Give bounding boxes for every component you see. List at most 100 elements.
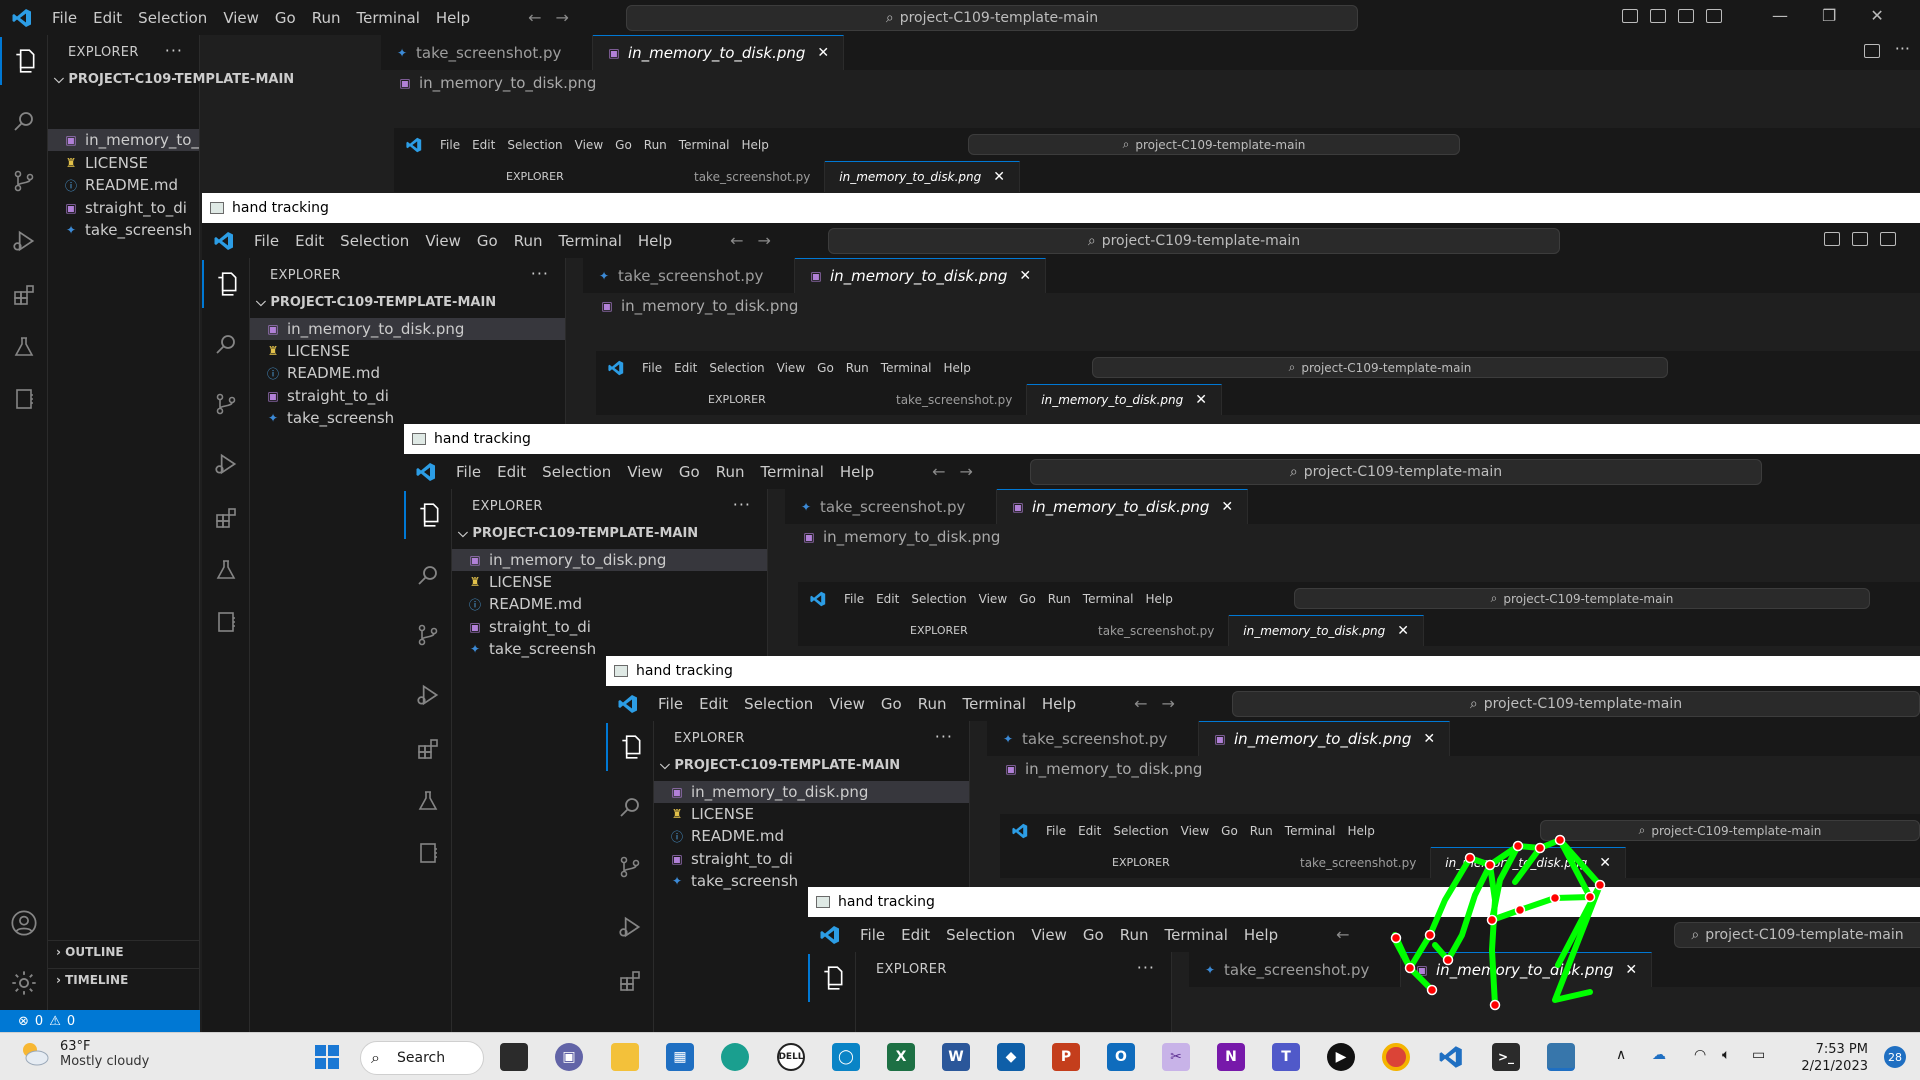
explorer-activity[interactable] [202,260,250,308]
menu-edit[interactable]: Edit [668,361,703,375]
hand-tracking-window-title-3[interactable]: hand tracking [606,656,1920,686]
explorer-activity[interactable] [404,491,452,539]
python-window-icon[interactable] [1547,1043,1575,1071]
file-straight-to-disk[interactable]: ▣ straight_to_di [452,616,767,638]
customize-layout-icon[interactable] [1706,9,1722,23]
outline-section[interactable]: › OUTLINE [48,940,200,962]
search-activity[interactable] [0,97,48,145]
menu-go[interactable]: Go [671,463,708,481]
defender-icon[interactable]: ◆ [997,1043,1025,1071]
close-window-icon[interactable]: ✕ [1870,6,1883,25]
toggle-secondary-sidebar-icon[interactable] [1678,9,1694,23]
file-readme[interactable]: ⓘ README.md [452,593,767,615]
menu-help[interactable]: Help [938,361,977,375]
menu-view[interactable]: View [569,138,609,152]
menu-edit[interactable]: Edit [893,926,938,944]
source-control-activity[interactable] [0,157,48,205]
back-arrow-icon[interactable]: ← [932,462,945,481]
more-actions-icon[interactable]: ··· [165,41,183,60]
menu-help[interactable]: Help [832,463,882,481]
menu-run[interactable]: Run [708,463,753,481]
tab-in-memory-to-disk[interactable]: in_memory_to_disk.png ✕ [1229,615,1424,646]
back-arrow-icon[interactable]: ← [528,8,541,27]
menu-edit[interactable]: Edit [691,695,736,713]
menu-run[interactable]: Run [1042,592,1077,606]
menu-file[interactable]: File [1040,824,1072,838]
split-editor-icon[interactable] [1864,44,1880,58]
tab-in-memory-to-disk[interactable]: in_memory_to_disk.png ✕ [1431,847,1626,878]
restore-icon[interactable]: ❐ [1822,6,1836,25]
start-button[interactable] [313,1043,341,1071]
menu-selection[interactable]: Selection [1107,824,1174,838]
menu-go[interactable]: Go [1075,926,1112,944]
menu-go[interactable]: Go [1215,824,1244,838]
source-control-activity[interactable] [404,611,452,659]
more-actions-icon[interactable]: ··· [935,727,953,746]
menu-file[interactable]: File [246,232,287,250]
close-tab-icon[interactable]: ✕ [1625,962,1637,978]
tab-in-memory-to-disk[interactable]: ▣ in_memory_to_disk.png ✕ [593,35,845,70]
file-in-memory-to-disk[interactable]: ▣in_memory_to_disk.png [452,549,767,571]
menu-edit[interactable]: Edit [489,463,534,481]
file-explorer-icon[interactable] [611,1043,639,1071]
battery-icon[interactable]: ▭ [1752,1047,1765,1063]
testing-activity[interactable] [404,777,452,825]
notebook-activity[interactable] [202,598,250,646]
root-folder[interactable]: ⌵ PROJECT-C109-TEMPLATE-MAIN [256,295,496,310]
forward-arrow-icon[interactable]: → [758,231,771,250]
menu-edit[interactable]: Edit [870,592,905,606]
snipping-tool-icon[interactable]: ✂ [1162,1043,1190,1071]
more-actions-icon[interactable]: ··· [531,264,549,283]
onedrive-cloud-icon[interactable]: ☁ [1652,1047,1666,1063]
forward-arrow-icon[interactable]: → [960,462,973,481]
more-actions-icon[interactable]: ··· [1137,958,1155,977]
menu-edit[interactable]: Edit [287,232,332,250]
root-folder[interactable]: ⌵ PROJECT-C109-TEMPLATE-MAIN [660,758,900,773]
vscode-taskbar-icon[interactable] [1437,1043,1465,1071]
taskbar-search[interactable]: ⌕ Search [360,1041,484,1075]
close-tab-icon[interactable]: ✕ [1599,855,1611,871]
menu-view[interactable]: View [417,232,469,250]
wifi-icon[interactable]: ◠ [1694,1047,1706,1063]
explorer-activity[interactable] [0,37,48,85]
tab-take-screenshot[interactable]: ✦ take_screenshot.py [785,489,997,524]
dell-app-icon[interactable]: DELL [777,1043,805,1071]
menu-file[interactable]: File [650,695,691,713]
menu-terminal[interactable]: Terminal [753,463,832,481]
tab-take-screenshot[interactable]: ✦ take_screenshot.py [583,258,795,293]
toggle-sidebar-icon[interactable] [1622,9,1638,23]
word-icon[interactable]: W [942,1043,970,1071]
file-readme[interactable]: ⓘ README.md [250,362,565,384]
menu-help[interactable]: Help [428,9,478,27]
source-control-activity[interactable] [606,843,654,891]
close-tab-icon[interactable]: ✕ [1397,623,1409,639]
menu-edit[interactable]: Edit [1072,824,1107,838]
menu-run[interactable]: Run [506,232,551,250]
menu-run[interactable]: Run [1112,926,1157,944]
extensions-activity[interactable] [404,725,452,773]
menu-edit[interactable]: Edit [466,138,501,152]
close-tab-icon[interactable]: ✕ [993,169,1005,185]
tab-in-memory-to-disk[interactable]: in_memory_to_disk.png ✕ [1027,384,1222,415]
back-arrow-icon[interactable]: ← [1336,925,1349,944]
menu-help[interactable]: Help [1140,592,1179,606]
tab-in-memory-to-disk[interactable]: ▣ in_memory_to_disk.png ✕ [1401,952,1653,987]
weather-widget[interactable]: 63°F Mostly cloudy [18,1039,149,1069]
search-activity[interactable] [606,783,654,831]
search-activity[interactable] [404,551,452,599]
run-debug-activity[interactable] [404,671,452,719]
menu-terminal[interactable]: Terminal [1279,824,1342,838]
tab-in-memory-to-disk[interactable]: ▣ in_memory_to_disk.png ✕ [997,489,1249,524]
close-tab-icon[interactable]: ✕ [1423,731,1435,747]
root-folder[interactable]: ⌵ PROJECT-C109-TEMPLATE-MAIN [54,72,294,87]
file-in-memory-to-disk[interactable]: ▣in_memory_to_disk.png [48,129,199,151]
tab-take-screenshot[interactable]: ✦ take_screenshot.py [381,35,593,70]
menu-selection[interactable]: Selection [703,361,770,375]
menu-run[interactable]: Run [840,361,875,375]
testing-activity[interactable] [202,546,250,594]
file-readme[interactable]: ⓘ README.md [48,174,199,196]
run-debug-activity[interactable] [0,217,48,265]
media-player-icon[interactable]: ▶ [1327,1043,1355,1071]
show-hidden-icons-chevron-icon[interactable]: ∧ [1616,1047,1626,1063]
file-straight-to-disk[interactable]: ▣ straight_to_di [48,197,199,219]
